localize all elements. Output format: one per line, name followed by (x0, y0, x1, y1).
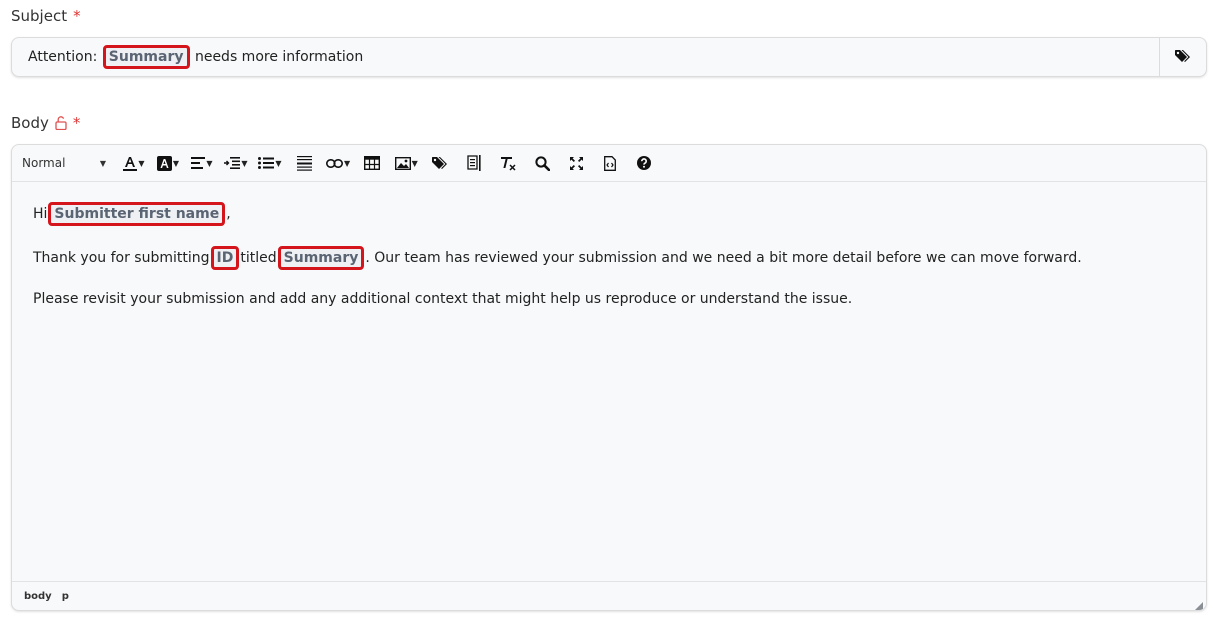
image-button[interactable]: ▼ (394, 151, 418, 175)
path-item-body[interactable]: body (24, 591, 52, 602)
chevron-down-icon: ▼ (206, 158, 213, 168)
id-chip[interactable]: ID (210, 246, 240, 270)
chevron-down-icon: ▼ (275, 158, 282, 168)
indent-icon (224, 157, 241, 169)
subject-text[interactable]: Attention: Summary needs more informatio… (12, 45, 1159, 69)
line2-prefix: Thank you for submitting (33, 250, 210, 266)
subject-insert-tag-button[interactable] (1159, 38, 1206, 76)
link-icon (326, 158, 343, 168)
link-button[interactable]: ▼ (326, 151, 350, 175)
body-editor: Normal ▼ ▼ ▼ ▼ ▼ ▼ ▼ ▼ Hi Submitter firs… (11, 144, 1207, 611)
body-label-text: Body (11, 114, 49, 132)
align-button[interactable]: ▼ (190, 151, 214, 175)
list-button[interactable]: ▼ (258, 151, 282, 175)
background-color-button[interactable]: ▼ (156, 151, 180, 175)
format-select[interactable]: Normal ▼ (22, 156, 106, 170)
path-item-p[interactable]: p (62, 591, 69, 602)
subject-input[interactable]: Attention: Summary needs more informatio… (11, 37, 1207, 77)
submitter-first-name-chip[interactable]: Submitter first name (48, 202, 226, 226)
fullscreen-button[interactable] (564, 151, 588, 175)
fullscreen-icon (569, 156, 584, 171)
format-select-value: Normal (22, 156, 66, 170)
tags-icon (431, 156, 449, 170)
content-line-3: Please revisit your submission and add a… (33, 291, 853, 307)
indent-button[interactable]: ▼ (224, 151, 248, 175)
greeting-suffix: , (226, 206, 231, 222)
clear-formatting-icon (500, 156, 516, 171)
horizontal-rule-button[interactable] (292, 151, 316, 175)
subject-required-mark: * (73, 7, 81, 25)
chevron-down-icon: ▼ (411, 158, 418, 168)
unlock-icon[interactable] (55, 116, 67, 130)
text-color-button[interactable]: ▼ (122, 151, 146, 175)
background-color-icon (156, 155, 172, 171)
chevron-down-icon: ▼ (344, 158, 351, 168)
subject-suffix: needs more information (194, 49, 364, 65)
image-icon (394, 156, 411, 170)
table-button[interactable] (360, 151, 384, 175)
help-button[interactable] (632, 151, 656, 175)
greeting-prefix: Hi (33, 206, 48, 222)
editor-statusbar: body p (12, 581, 1206, 610)
horizontal-rule-icon (296, 155, 312, 171)
source-code-icon (604, 155, 617, 171)
table-icon (364, 156, 381, 170)
insert-tag-button[interactable] (428, 151, 452, 175)
content-line-1: Hi Submitter first name, (33, 202, 1185, 226)
clear-formatting-button[interactable] (496, 151, 520, 175)
page-break-button[interactable] (462, 151, 486, 175)
tags-icon (1174, 48, 1192, 67)
subject-label-text: Subject (11, 7, 68, 25)
line2-middle: titled (240, 250, 277, 266)
editor-toolbar: Normal ▼ ▼ ▼ ▼ ▼ ▼ ▼ ▼ (12, 145, 1206, 182)
editor-content[interactable]: Hi Submitter first name, Thank you for su… (12, 182, 1206, 582)
subject-prefix: Attention: (28, 49, 98, 65)
subject-placeholder-chip[interactable]: Summary (102, 45, 190, 69)
chevron-down-icon: ▼ (138, 158, 145, 168)
search-icon (535, 155, 550, 171)
summary-chip[interactable]: Summary (277, 246, 365, 270)
line2-suffix: . Our team has reviewed your submission … (365, 250, 1082, 266)
body-required-mark: * (72, 114, 81, 132)
body-label: Body * (11, 114, 80, 132)
subject-label: Subject * (11, 7, 81, 25)
chevron-down-icon: ▼ (172, 158, 180, 168)
text-color-icon (123, 156, 138, 171)
help-icon (637, 156, 652, 170)
chevron-down-icon: ▼ (99, 158, 106, 168)
bullet-list-icon (258, 157, 275, 169)
content-line-2: Thank you for submitting ID titled Summary.… (33, 246, 1185, 270)
search-button[interactable] (530, 151, 554, 175)
resize-handle-icon[interactable] (1193, 597, 1203, 610)
page-break-icon (467, 155, 481, 171)
align-left-icon (191, 157, 206, 169)
chevron-down-icon: ▼ (241, 158, 248, 168)
source-code-button[interactable] (598, 151, 622, 175)
